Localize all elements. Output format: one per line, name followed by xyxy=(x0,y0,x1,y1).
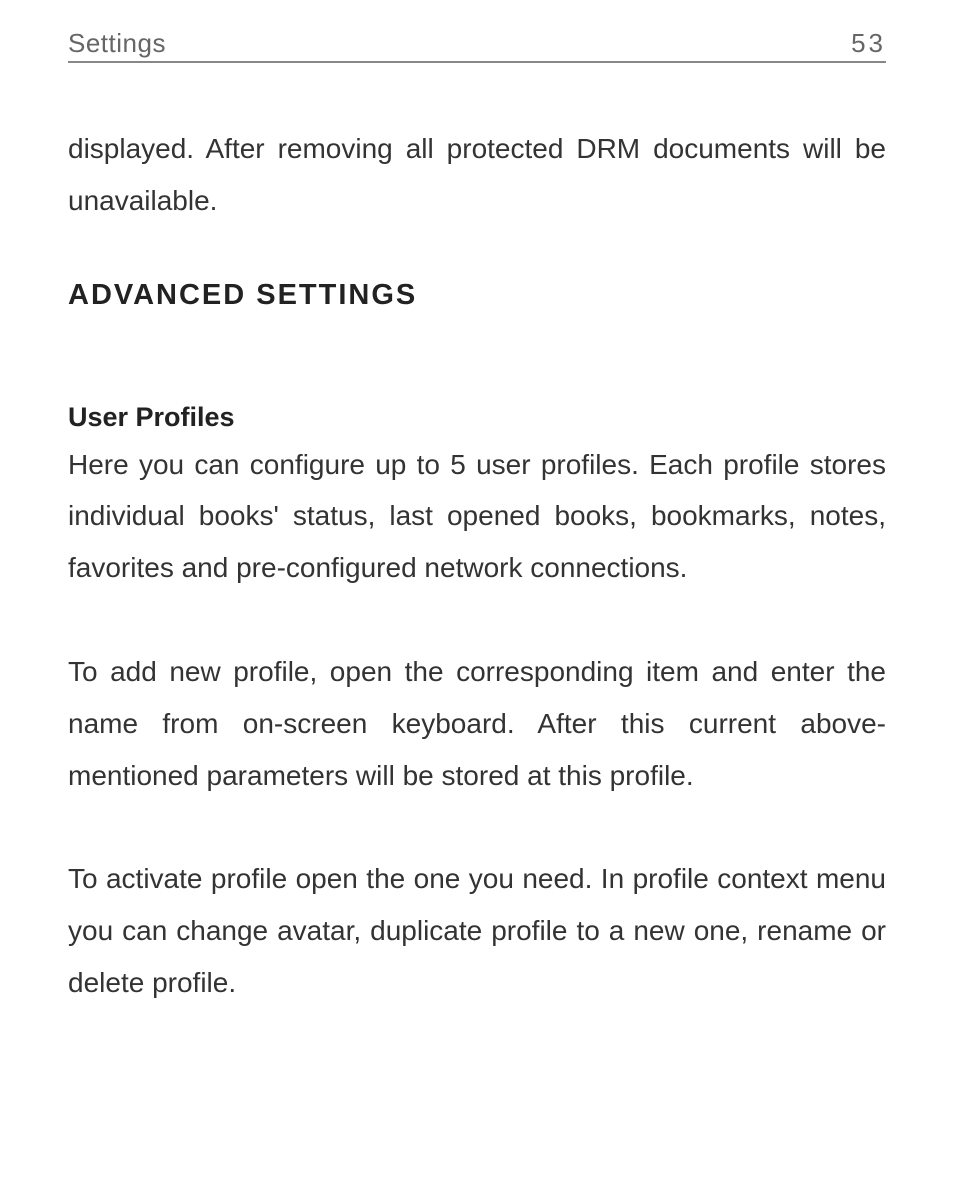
paragraph-3: To activate profile open the one you nee… xyxy=(68,853,886,1008)
subsection-heading: User Profiles xyxy=(68,402,886,433)
header-section-label: Settings xyxy=(68,28,166,59)
paragraph-2: To add new profile, open the correspondi… xyxy=(68,646,886,801)
paragraph-1: Here you can configure up to 5 user prof… xyxy=(68,439,886,594)
page-header: Settings 53 xyxy=(68,28,886,63)
header-page-number: 53 xyxy=(851,28,886,59)
lead-paragraph: displayed. After removing all protected … xyxy=(68,123,886,227)
section-heading: ADVANCED SETTINGS xyxy=(68,279,886,312)
